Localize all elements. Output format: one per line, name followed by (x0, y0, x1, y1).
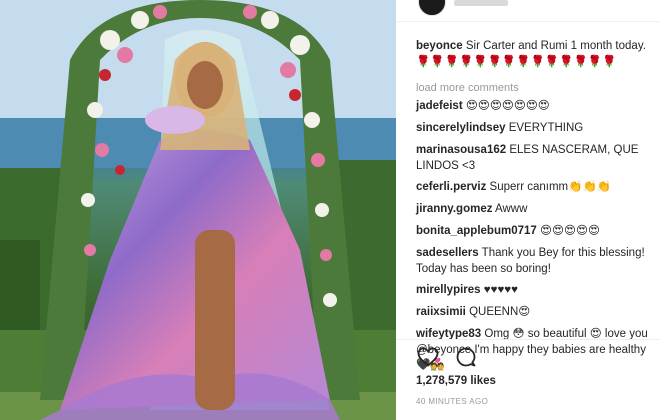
comment-item: mirellypires ♥♥♥♥♥ (416, 283, 652, 299)
comment-text: QUEENN😍 (469, 306, 531, 318)
heart-icon[interactable] (416, 345, 440, 369)
comment-item: sadesellers Thank you Bey for this bless… (416, 246, 652, 277)
post-actions (416, 345, 488, 371)
comment-username-link[interactable]: mirellypires (416, 284, 481, 296)
comment-text: ♥♥♥♥♥ (483, 284, 518, 296)
like-count[interactable]: 1,278,579 likes (416, 375, 496, 387)
load-more-comments-link[interactable]: load more comments (416, 81, 652, 95)
comment-item: sincerelylindsey EVERYTHING (416, 121, 652, 137)
comments-section: beyonce Sir Carter and Rumi 1 month toda… (416, 38, 652, 380)
comment-item: raiixsimii QUEENN😍 (416, 305, 652, 321)
comment-username-link[interactable]: sadesellers (416, 247, 479, 259)
comment-username-link[interactable]: jadefeist (416, 100, 463, 112)
comment-text: 😍😍😍😍😍😍😍 (465, 100, 550, 112)
caption-author-link[interactable]: beyonce (416, 40, 463, 52)
actions-divider (396, 339, 660, 340)
post-timestamp[interactable]: 40 MINUTES AGO (416, 397, 488, 406)
author-username-header[interactable] (454, 0, 508, 6)
comment-text: Awww (495, 203, 528, 215)
comment-text: 😍😍😍😍😍 (540, 225, 600, 237)
comment-username-link[interactable]: marinasousa162 (416, 144, 506, 156)
comment-username-link[interactable]: raiixsimii (416, 306, 466, 318)
comment-text: Superr canımm👏👏👏 (489, 181, 612, 193)
comment-item: jadefeist 😍😍😍😍😍😍😍 (416, 99, 652, 115)
comment-item: marinasousa162 ELES NASCERAM, QUE LINDOS… (416, 143, 652, 174)
comment-username-link[interactable]: sincerelylindsey (416, 122, 506, 134)
post-photo-artwork (0, 0, 396, 420)
comment-username-link[interactable]: jiranny.gomez (416, 203, 492, 215)
comment-username-link[interactable]: bonita_applebum0717 (416, 225, 537, 237)
comment-text: EVERYTHING (508, 122, 584, 134)
avatar[interactable] (418, 0, 446, 16)
post-detail-panel: beyonce Sir Carter and Rumi 1 month toda… (396, 0, 660, 420)
comment-item: ceferli.perviz Superr canımm👏👏👏 (416, 180, 652, 196)
speech-bubble-icon[interactable] (454, 345, 478, 369)
post-header (396, 0, 660, 22)
comment-item: jiranny.gomez Awww (416, 202, 652, 218)
comment-item: bonita_applebum0717 😍😍😍😍😍 (416, 224, 652, 240)
post-photo[interactable] (0, 0, 396, 420)
post-caption: beyonce Sir Carter and Rumi 1 month toda… (416, 38, 652, 70)
comment-username-link[interactable]: ceferli.perviz (416, 181, 486, 193)
